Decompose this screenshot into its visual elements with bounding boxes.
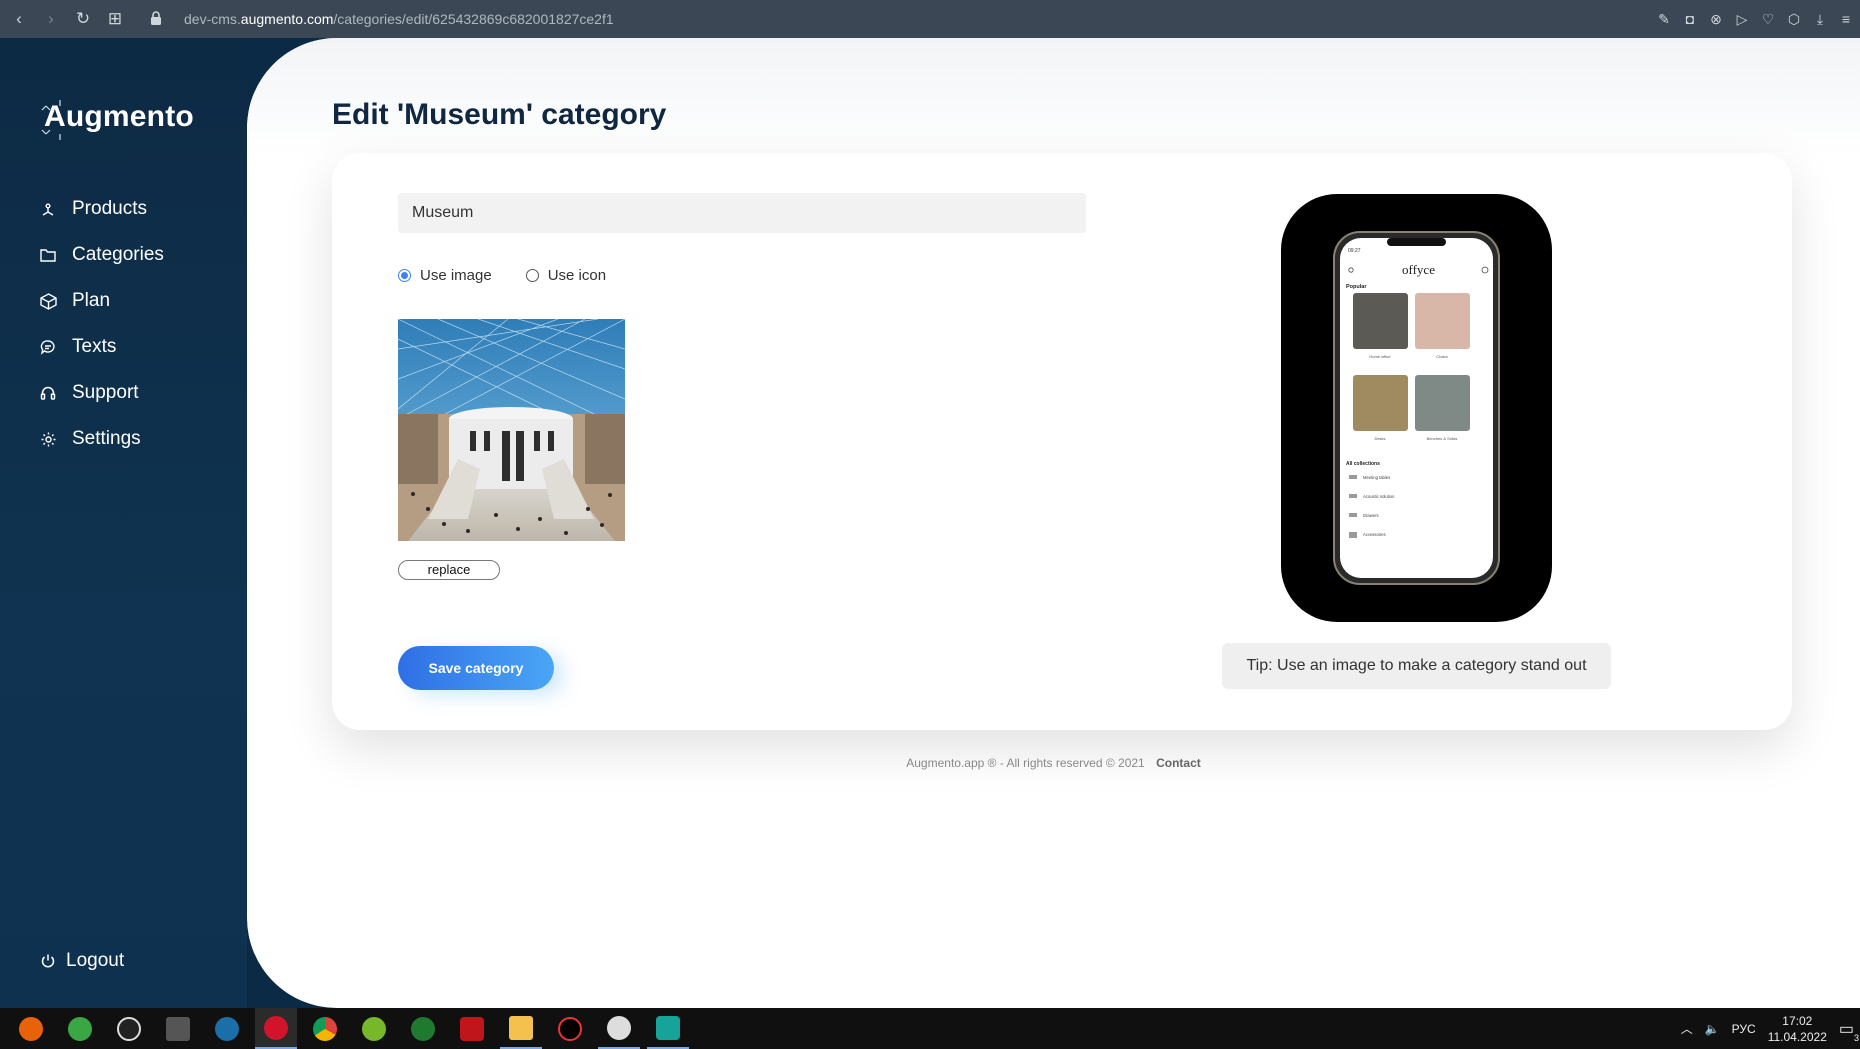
sidebar-item-categories[interactable]: Categories — [40, 232, 164, 278]
phone-collection-item: Drawers — [1363, 513, 1379, 518]
sidebar-item-label: Texts — [72, 336, 117, 357]
category-name-input[interactable] — [398, 193, 1086, 233]
power-icon — [40, 953, 66, 969]
edit-card: Use image Use icon — [332, 153, 1792, 730]
sidebar-item-label: Plan — [72, 290, 111, 311]
use-icon-radio[interactable]: Use icon — [525, 267, 607, 284]
sidebar-item-label: Support — [72, 382, 139, 403]
logout-button[interactable]: Logout — [40, 950, 124, 972]
use-icon-label: Use icon — [547, 267, 607, 284]
close-circle-icon[interactable]: ⊗ — [1706, 11, 1726, 28]
contact-link[interactable]: Contact — [1156, 756, 1201, 770]
phone-time: 09:27 — [1348, 248, 1361, 254]
lock-icon — [151, 11, 161, 25]
page-title: Edit 'Museum' category — [332, 98, 667, 131]
sidebar-item-products[interactable]: Products — [40, 186, 164, 232]
back-icon[interactable]: ‹ — [6, 6, 32, 32]
taskbar-app-icon[interactable] — [451, 1008, 493, 1049]
sidebar-nav: Products Categories Plan Texts Support S… — [40, 186, 164, 462]
sidebar-item-label: Categories — [72, 244, 164, 265]
radio-selected-icon — [398, 269, 411, 282]
reload-icon[interactable]: ↻ — [70, 6, 96, 32]
cube-icon[interactable]: ⬡ — [1784, 11, 1804, 28]
box-icon — [40, 291, 66, 311]
logout-label: Logout — [66, 950, 125, 971]
phone-tile-label: Chairs — [1436, 354, 1448, 359]
gear-icon — [40, 429, 66, 449]
image-mode-radios: Use image Use icon — [398, 267, 640, 284]
taskbar-app-icon[interactable] — [549, 1008, 591, 1049]
taskbar-explorer-icon[interactable] — [500, 1008, 542, 1049]
footer: Augmento.app ® - All rights reserved © 2… — [247, 756, 1860, 770]
taskbar-app-icon[interactable] — [59, 1008, 101, 1049]
menu-icon[interactable]: ≡ — [1836, 11, 1856, 27]
download-icon[interactable]: ⤓ — [1810, 11, 1830, 28]
notification-count: 3 — [1853, 1032, 1859, 1043]
main-content: Edit 'Museum' category Use image Use ico… — [247, 38, 1860, 1008]
folder-icon — [40, 245, 66, 265]
phone-mockup-icon: 09:27 offyce Popular Home office Chairs … — [1333, 231, 1500, 585]
clock-date: 11.04.2022 — [1767, 1029, 1827, 1044]
taskbar-app-icon[interactable] — [647, 1008, 689, 1049]
phone-tile-label: Home office — [1369, 354, 1391, 359]
notifications-icon[interactable]: ▭ 3 — [1839, 1019, 1859, 1043]
url-domain: augmento.com — [240, 11, 334, 27]
chevron-up-icon[interactable]: ︿ — [1681, 1020, 1693, 1037]
url-path: /categories/edit/625432869c682001827ce2f… — [333, 11, 614, 27]
radio-unselected-icon — [525, 269, 539, 282]
taskbar-steam-icon[interactable] — [206, 1008, 248, 1049]
chat-icon — [40, 337, 66, 357]
volume-icon[interactable]: 🔈 — [1705, 1022, 1720, 1036]
forward-icon[interactable]: › — [38, 6, 64, 32]
logo[interactable]: Augmento — [44, 100, 194, 134]
save-category-button[interactable]: Save category — [398, 646, 554, 690]
use-image-radio[interactable]: Use image — [398, 267, 492, 284]
language-indicator[interactable]: РУС — [1732, 1022, 1756, 1036]
taskbar-app-icon[interactable] — [598, 1008, 640, 1049]
taskbar-app-icon[interactable] — [157, 1008, 199, 1049]
headset-icon — [40, 383, 66, 403]
phone-tile-label: Desks — [1374, 436, 1385, 441]
sidebar-item-label: Products — [72, 198, 147, 219]
clock-time: 17:02 — [1782, 1013, 1813, 1028]
taskbar-app-icon[interactable] — [402, 1008, 444, 1049]
phone-collection-item: Acoustic solution — [1363, 494, 1395, 499]
replace-image-button[interactable]: replace — [398, 560, 500, 580]
browser-actions: ✎ ◘ ⊗ ▷ ♡ ⬡ ⤓ ≡ — [1654, 0, 1856, 38]
sidebar-item-texts[interactable]: Texts — [40, 324, 164, 370]
browser-toolbar: ‹ › ↻ ⊞ dev-cms. augmento.com/categories/… — [0, 0, 1860, 38]
taskbar-app-icon[interactable] — [10, 1008, 52, 1049]
clock[interactable]: 17:02 11.04.2022 — [1768, 1013, 1827, 1045]
system-tray: ︿ 🔈 РУС 17:02 11.04.2022 ▭ 3 — [1681, 1008, 1859, 1049]
phone-collection-item: Meeting tables — [1363, 475, 1390, 480]
taskbar-app-icon[interactable] — [108, 1008, 150, 1049]
address-bar[interactable]: dev-cms. augmento.com/categories/edit/625… — [184, 0, 614, 38]
taskbar-app-icon[interactable] — [353, 1008, 395, 1049]
url-prefix: dev-cms. — [184, 11, 241, 27]
tabs-grid-icon[interactable]: ⊞ — [102, 6, 128, 32]
tip-box: Tip: Use an image to make a category sta… — [1222, 643, 1611, 689]
phone-collection-item: Accessories — [1363, 532, 1386, 537]
sidebar-item-settings[interactable]: Settings — [40, 416, 164, 462]
phone-all-collections: All collections — [1346, 461, 1380, 467]
footer-text: Augmento.app ® - All rights reserved © 2… — [906, 756, 1145, 770]
sidebar-item-plan[interactable]: Plan — [40, 278, 164, 324]
taskbar-opera-icon[interactable] — [255, 1008, 297, 1049]
use-image-label: Use image — [420, 267, 492, 284]
send-icon[interactable]: ▷ — [1732, 11, 1752, 28]
taskbar-chrome-icon[interactable] — [304, 1008, 346, 1049]
sidebar: Augmento Products Categories Plan Texts … — [0, 38, 247, 1008]
products-icon — [40, 199, 66, 219]
phone-brand: offyce — [1402, 262, 1435, 277]
category-image — [398, 319, 625, 541]
sidebar-item-label: Settings — [72, 428, 141, 449]
phone-tile-label: Benches & Sofas — [1427, 436, 1458, 441]
heart-icon[interactable]: ♡ — [1758, 11, 1778, 28]
phone-preview: 09:27 offyce Popular Home office Chairs … — [1281, 194, 1552, 622]
edit-icon[interactable]: ✎ — [1654, 11, 1674, 28]
taskbar: ︿ 🔈 РУС 17:02 11.04.2022 ▭ 3 — [0, 1008, 1860, 1049]
sidebar-item-support[interactable]: Support — [40, 370, 164, 416]
phone-popular: Popular — [1346, 284, 1367, 290]
camera-icon[interactable]: ◘ — [1680, 11, 1700, 27]
